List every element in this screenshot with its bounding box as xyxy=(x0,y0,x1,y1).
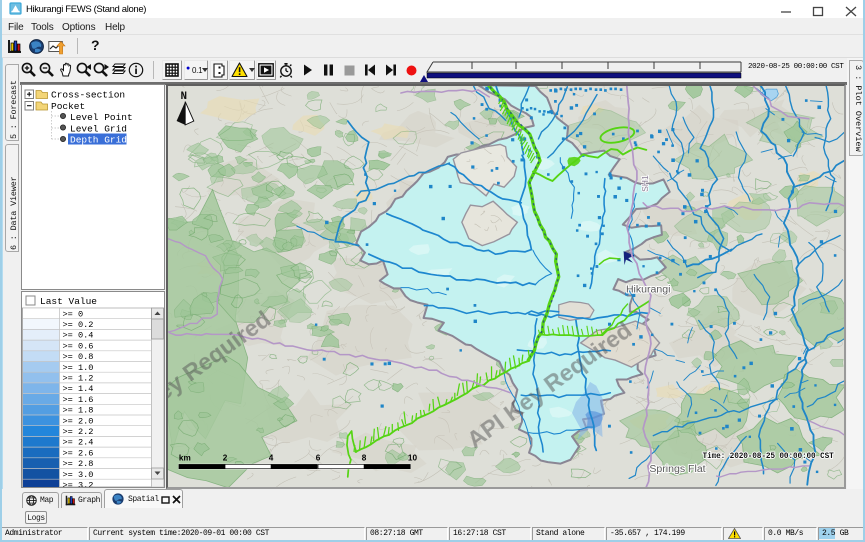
svg-text:Pocket: Pocket xyxy=(51,101,85,112)
svg-text:N: N xyxy=(181,91,188,103)
svg-text:Springs Flat: Springs Flat xyxy=(649,463,705,475)
svg-text:>= 2.8: >= 2.8 xyxy=(63,459,94,469)
svg-text:6: 6 xyxy=(316,454,321,463)
svg-text:Level Point: Level Point xyxy=(70,112,133,123)
svg-text:>= 3.0: >= 3.0 xyxy=(63,470,94,480)
svg-text:4: 4 xyxy=(269,454,274,463)
svg-text:Depth Grid: Depth Grid xyxy=(70,135,127,146)
svg-text:Level Grid: Level Grid xyxy=(70,124,127,135)
svg-text:Last Value: Last Value xyxy=(40,296,97,307)
svg-text:>= 2.4: >= 2.4 xyxy=(63,438,94,448)
svg-text:>= 1.4: >= 1.4 xyxy=(63,384,94,394)
svg-text:>= 1.2: >= 1.2 xyxy=(63,374,94,384)
svg-text:2: 2 xyxy=(223,454,228,463)
svg-text:Time: 2020-08-25 00:00:00 CST: Time: 2020-08-25 00:00:00 CST xyxy=(703,453,835,461)
svg-text:Hikurangi: Hikurangi xyxy=(626,283,671,295)
svg-text:>= 1.6: >= 1.6 xyxy=(63,395,94,405)
svg-text:>= 0: >= 0 xyxy=(63,309,84,319)
svg-text:>= 1.0: >= 1.0 xyxy=(63,363,94,373)
svg-text:SH1: SH1 xyxy=(640,175,650,192)
svg-text:Cross-section: Cross-section xyxy=(51,90,125,101)
svg-text:km: km xyxy=(179,454,191,463)
svg-text:>= 2.6: >= 2.6 xyxy=(63,448,94,458)
svg-text:8: 8 xyxy=(362,454,367,463)
svg-text:>= 0.8: >= 0.8 xyxy=(63,352,94,362)
svg-text:>= 1.8: >= 1.8 xyxy=(63,406,94,416)
svg-text:>= 2.2: >= 2.2 xyxy=(63,427,94,437)
svg-text:>= 0.4: >= 0.4 xyxy=(63,331,94,341)
svg-text:>= 2.0: >= 2.0 xyxy=(63,416,94,426)
svg-text:>= 3.2: >= 3.2 xyxy=(63,481,94,488)
svg-text:>= 0.2: >= 0.2 xyxy=(63,320,94,330)
svg-text:>= 0.6: >= 0.6 xyxy=(63,341,94,351)
svg-text:10: 10 xyxy=(408,454,418,463)
